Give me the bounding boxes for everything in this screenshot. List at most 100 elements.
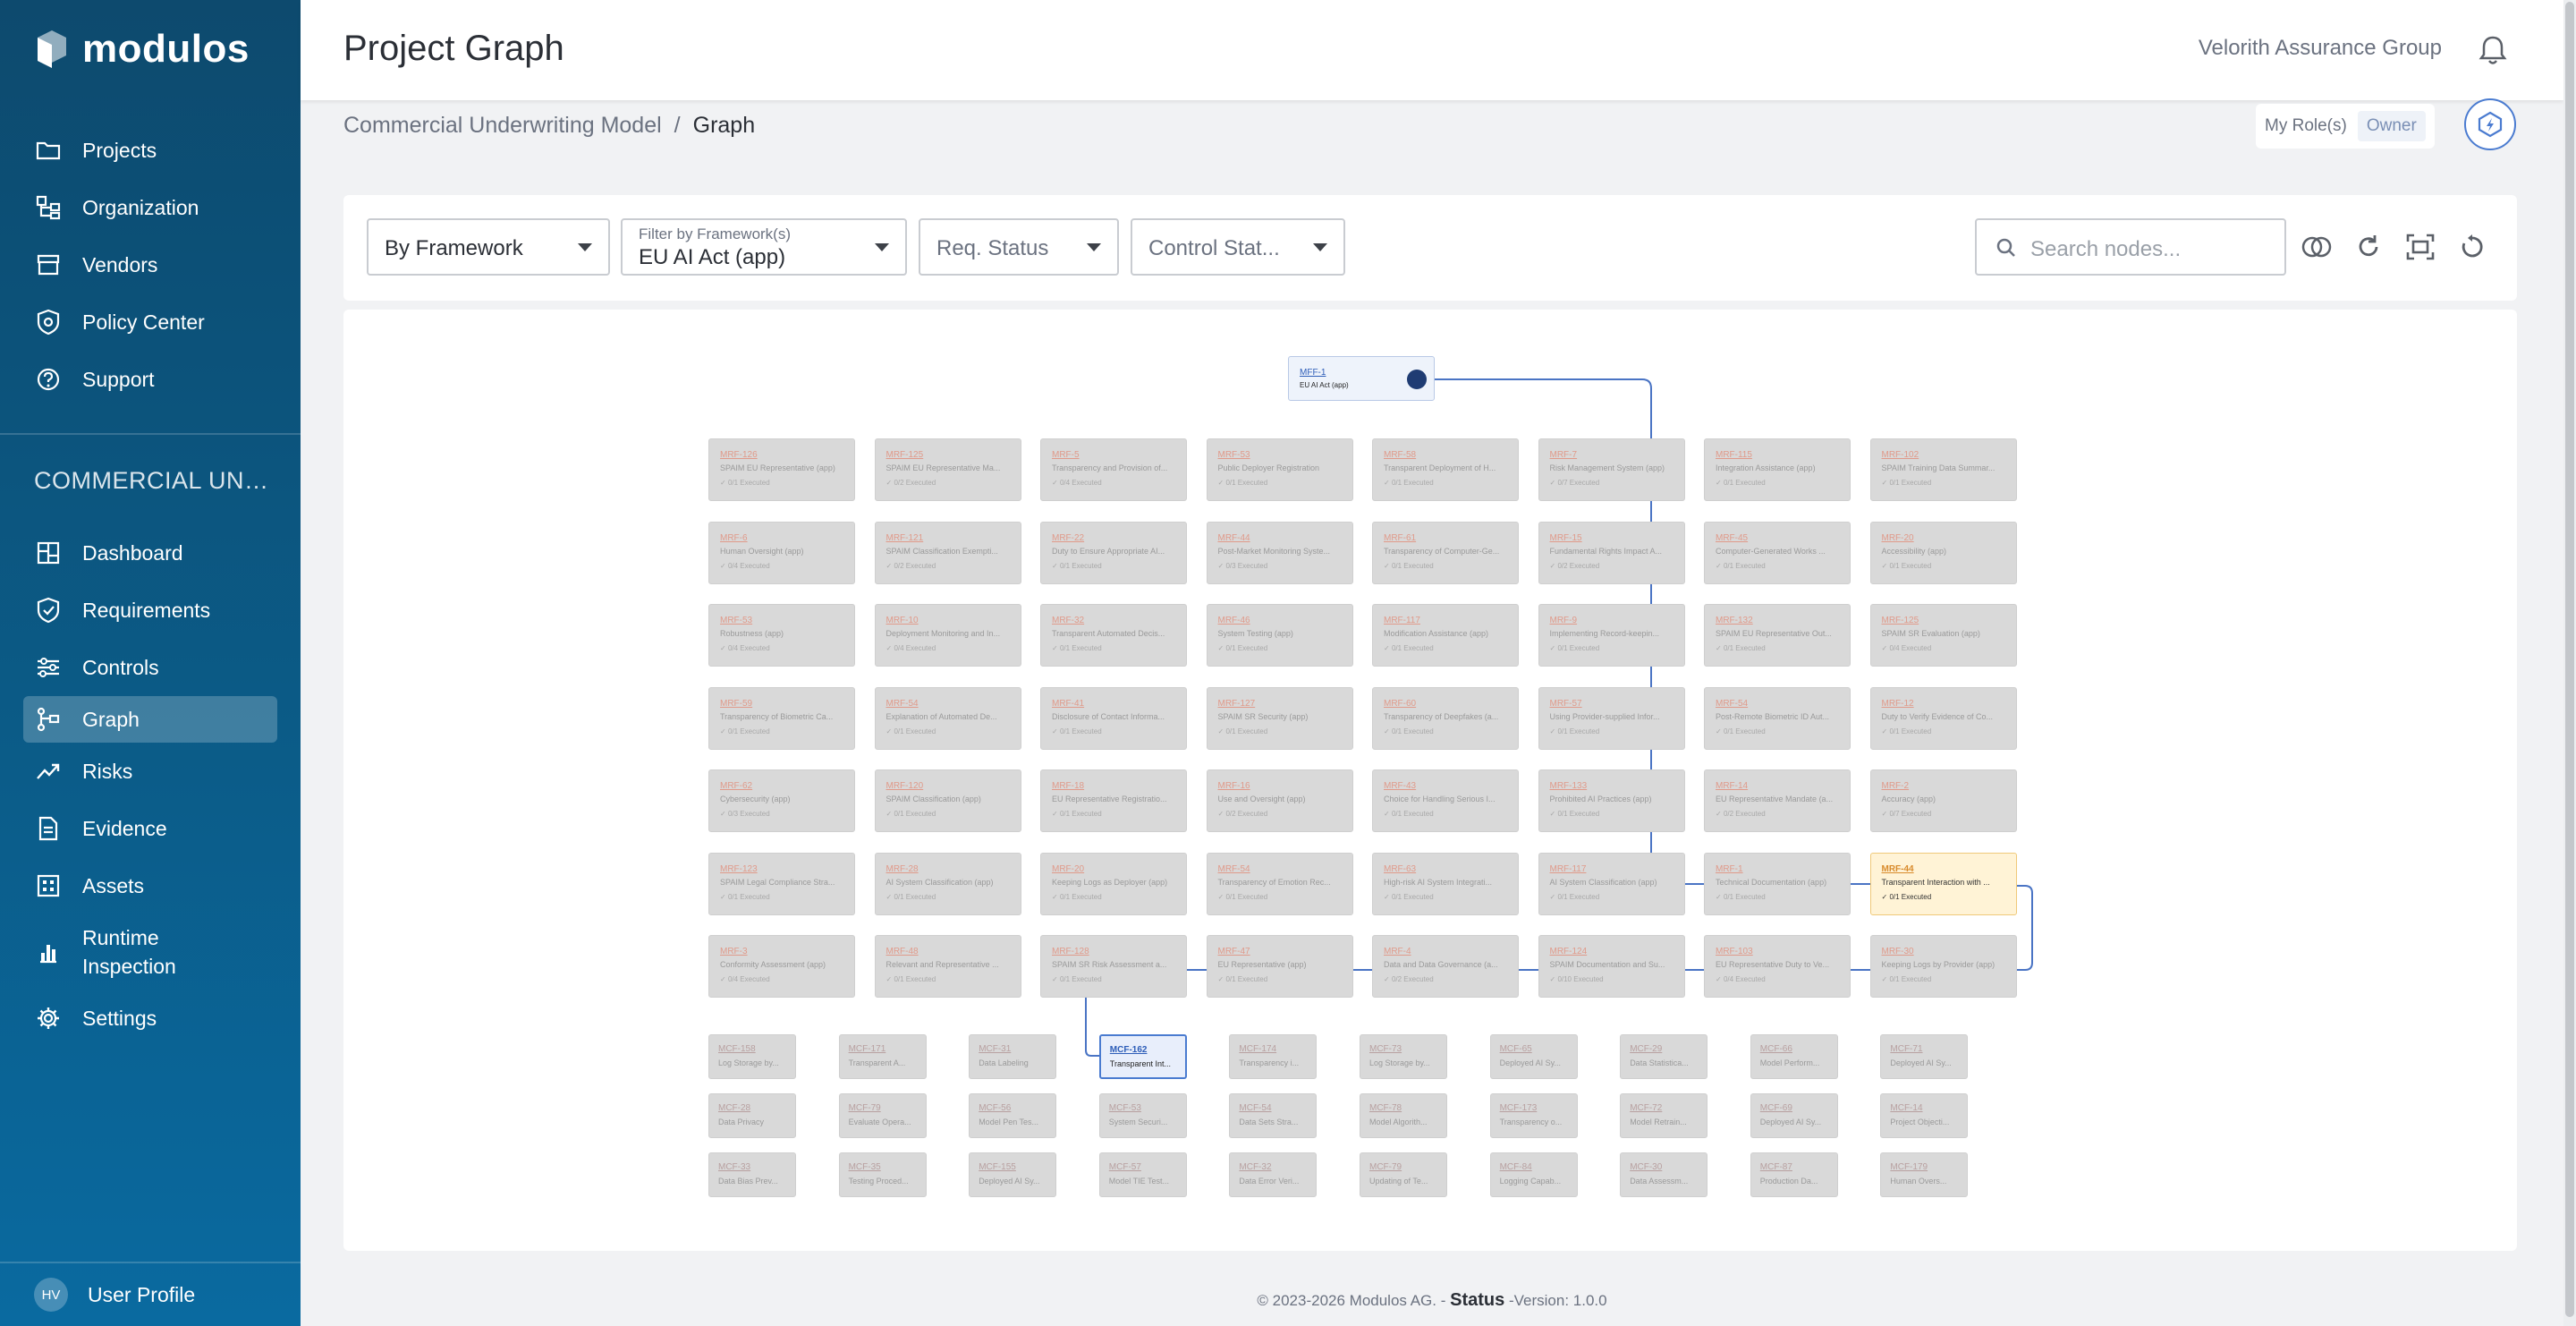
graph-node[interactable]: MCF-155 Deployed AI Sy...	[969, 1152, 1057, 1197]
compare-toggle-icon[interactable]	[2299, 229, 2334, 265]
node-id[interactable]: MCF-69	[1760, 1103, 1792, 1113]
node-id[interactable]: MRF-61	[1384, 533, 1416, 543]
node-id[interactable]: MCF-174	[1239, 1044, 1276, 1054]
node-id[interactable]: MCF-29	[1630, 1044, 1662, 1054]
node-id[interactable]: MRF-128	[1052, 947, 1089, 956]
node-id[interactable]: MCF-28	[718, 1103, 750, 1113]
graph-node[interactable]: MRF-5 Transparency and Provision of... ✓ 0…	[1040, 438, 1187, 501]
graph-node[interactable]: MRF-48 Relevant and Representative ... ✓ 0…	[874, 935, 1021, 998]
node-id[interactable]: MRF-22	[1052, 533, 1084, 543]
graph-node[interactable]: MCF-162 Transparent Int...	[1098, 1034, 1187, 1079]
graph-node[interactable]: MRF-120 SPAIM Classification (app) ✓ 0/1 E…	[874, 769, 1021, 832]
graph-node[interactable]: MCF-79 Updating of Te...	[1360, 1152, 1447, 1197]
node-id[interactable]: MCF-79	[849, 1103, 881, 1113]
node-id[interactable]: MRF-123	[720, 864, 758, 874]
graph-node[interactable]: MCF-29 Data Statistica...	[1620, 1034, 1708, 1079]
graph-node[interactable]: MCF-171 Transparent A...	[838, 1034, 927, 1079]
node-id[interactable]: MCF-84	[1500, 1162, 1532, 1172]
node-id[interactable]: MCF-53	[1109, 1103, 1141, 1113]
node-id[interactable]: MCF-73	[1369, 1044, 1402, 1054]
node-id[interactable]: MRF-48	[886, 947, 919, 956]
node-id[interactable]: MRF-57	[1550, 699, 1582, 709]
bell-icon[interactable]	[2478, 34, 2508, 71]
graph-node[interactable]: MRF-117 AI System Classification (app) ✓ 0…	[1538, 852, 1685, 915]
node-id[interactable]: MRF-60	[1384, 699, 1416, 709]
node-id[interactable]: MRF-54	[1218, 864, 1250, 874]
node-id[interactable]: MCF-173	[1500, 1103, 1538, 1113]
framework-filter-select[interactable]: Filter by Framework(s) EU AI Act (app)	[621, 218, 907, 276]
node-id[interactable]: MCF-71	[1890, 1044, 1922, 1054]
reset-layout-icon[interactable]	[2454, 229, 2490, 265]
node-id[interactable]: MRF-7	[1550, 450, 1578, 460]
node-id[interactable]: MRF-63	[1384, 864, 1416, 874]
graph-node[interactable]: MRF-18 EU Representative Registratio... ✓ …	[1040, 769, 1187, 832]
graph-node[interactable]: MRF-53 Robustness (app) ✓ 0/4 Executed	[708, 604, 855, 667]
graph-node[interactable]: MRF-63 High-risk AI System Integrati... ✓ …	[1372, 852, 1519, 915]
graph-node[interactable]: MRF-1 Technical Documentation (app) ✓ 0/1 …	[1704, 852, 1851, 915]
graph-node[interactable]: MCF-32 Data Error Veri...	[1229, 1152, 1318, 1197]
node-id[interactable]: MRF-2	[1882, 781, 1910, 791]
graph-node[interactable]: MCF-28 Data Privacy	[708, 1093, 796, 1138]
node-id[interactable]: MRF-121	[886, 533, 924, 543]
graph-node[interactable]: MRF-115 Integration Assistance (app) ✓ 0/1…	[1704, 438, 1851, 501]
graph-node[interactable]: MRF-45 Computer-Generated Works ... ✓ 0/1 …	[1704, 521, 1851, 584]
node-id[interactable]: MRF-45	[1716, 533, 1748, 543]
graph-node[interactable]: MRF-54 Transparency of Emotion Rec... ✓ 0/…	[1206, 852, 1353, 915]
graph-node[interactable]: MRF-12 Duty to Verify Evidence of Co... ✓ …	[1869, 686, 2017, 750]
graph-node[interactable]: MRF-32 Transparent Automated Decis... ✓ 0/…	[1040, 604, 1187, 667]
graph-node[interactable]: MRF-7 Risk Management System (app) ✓ 0/7 E…	[1538, 438, 1685, 501]
graph-node[interactable]: MRF-54 Explanation of Automated De... ✓ 0/…	[874, 686, 1021, 750]
graph-node[interactable]: MRF-54 Post-Remote Biometric ID Aut... ✓ 0…	[1704, 686, 1851, 750]
graph-node[interactable]: MCF-71 Deployed AI Sy...	[1880, 1034, 1969, 1079]
graph-node[interactable]: MCF-66 Model Perform...	[1750, 1034, 1838, 1079]
graph-node[interactable]: MRF-4 Data and Data Governance (a... ✓ 0/2…	[1372, 935, 1519, 998]
graph-node[interactable]: MRF-6 Human Oversight (app) ✓ 0/4 Executed	[708, 521, 855, 584]
node-id[interactable]: MCF-158	[718, 1044, 756, 1054]
graph-node[interactable]: MRF-124 SPAIM Documentation and Su... ✓ 0/…	[1538, 935, 1685, 998]
refresh-icon[interactable]	[2351, 229, 2386, 265]
graph-node[interactable]: MRF-62 Cybersecurity (app) ✓ 0/3 Executed	[708, 769, 855, 832]
node-id[interactable]: MCF-33	[718, 1162, 750, 1172]
sidebar-item-graph[interactable]: Graph	[23, 696, 277, 743]
graph-node[interactable]: MRF-20 Keeping Logs as Deployer (app) ✓ 0/…	[1040, 852, 1187, 915]
node-id[interactable]: MCF-162	[1110, 1045, 1148, 1055]
node-id[interactable]: MRF-47	[1218, 947, 1250, 956]
graph-node[interactable]: MRF-121 SPAIM Classification Exempti... ✓ …	[874, 521, 1021, 584]
graph-node[interactable]: MRF-15 Fundamental Rights Impact A... ✓ 0/…	[1538, 521, 1685, 584]
node-id[interactable]: MCF-171	[849, 1044, 886, 1054]
graph-node[interactable]: MCF-72 Model Retrain...	[1620, 1093, 1708, 1138]
node-id[interactable]: MCF-65	[1500, 1044, 1532, 1054]
node-id[interactable]: MRF-133	[1550, 781, 1588, 791]
node-id[interactable]: MRF-62	[720, 781, 752, 791]
node-id[interactable]: MRF-32	[1052, 616, 1084, 625]
node-id[interactable]: MCF-14	[1890, 1103, 1922, 1113]
graph-node[interactable]: MRF-123 SPAIM Legal Compliance Stra... ✓ 0…	[708, 852, 855, 915]
node-id[interactable]: MRF-124	[1550, 947, 1588, 956]
node-id[interactable]: MRF-28	[886, 864, 919, 874]
graph-node[interactable]: MRF-133 Prohibited AI Practices (app) ✓ 0/…	[1538, 769, 1685, 832]
scrollbar[interactable]	[2563, 0, 2576, 1326]
graph-node[interactable]: MRF-30 Keeping Logs by Provider (app) ✓ 0/…	[1869, 935, 2017, 998]
node-id[interactable]: MCF-155	[979, 1162, 1016, 1172]
graph-node[interactable]: MCF-179 Human Overs...	[1880, 1152, 1969, 1197]
node-id[interactable]: MCF-57	[1109, 1162, 1141, 1172]
graph-node[interactable]: MRF-44 Transparent Interaction with ... ✓ …	[1869, 852, 2017, 915]
graph-canvas[interactable]: MFF-1 EU AI Act (app) MRF-126 SPAIM EU Repr…	[343, 310, 2517, 1251]
graph-node[interactable]: MRF-10 Deployment Monitoring and In... ✓ 0…	[874, 604, 1021, 667]
node-id[interactable]: MRF-46	[1218, 616, 1250, 625]
graph-node[interactable]: MRF-132 SPAIM EU Representative Out... ✓ 0…	[1704, 604, 1851, 667]
node-id[interactable]: MRF-12	[1882, 699, 1914, 709]
req-status-select[interactable]: Req. Status	[919, 218, 1119, 276]
graph-node[interactable]: MCF-53 System Securi...	[1098, 1093, 1187, 1138]
node-id[interactable]: MCF-87	[1760, 1162, 1792, 1172]
breadcrumb-parent-link[interactable]: Commercial Underwriting Model	[343, 113, 662, 139]
graph-node[interactable]: MRF-103 EU Representative Duty to Ve... ✓ …	[1704, 935, 1851, 998]
graph-node[interactable]: MRF-22 Duty to Ensure Appropriate AI... ✓ …	[1040, 521, 1187, 584]
node-id[interactable]: MRF-1	[1716, 864, 1743, 874]
node-id[interactable]: MRF-18	[1052, 781, 1084, 791]
graph-node[interactable]: MRF-57 Using Provider-supplied Infor... ✓ …	[1538, 686, 1685, 750]
graph-node[interactable]: MCF-14 Project Objecti...	[1880, 1093, 1969, 1138]
node-id[interactable]: MRF-44	[1218, 533, 1250, 543]
node-id[interactable]: MRF-5	[1052, 450, 1080, 460]
node-id[interactable]: MRF-44	[1882, 864, 1914, 874]
